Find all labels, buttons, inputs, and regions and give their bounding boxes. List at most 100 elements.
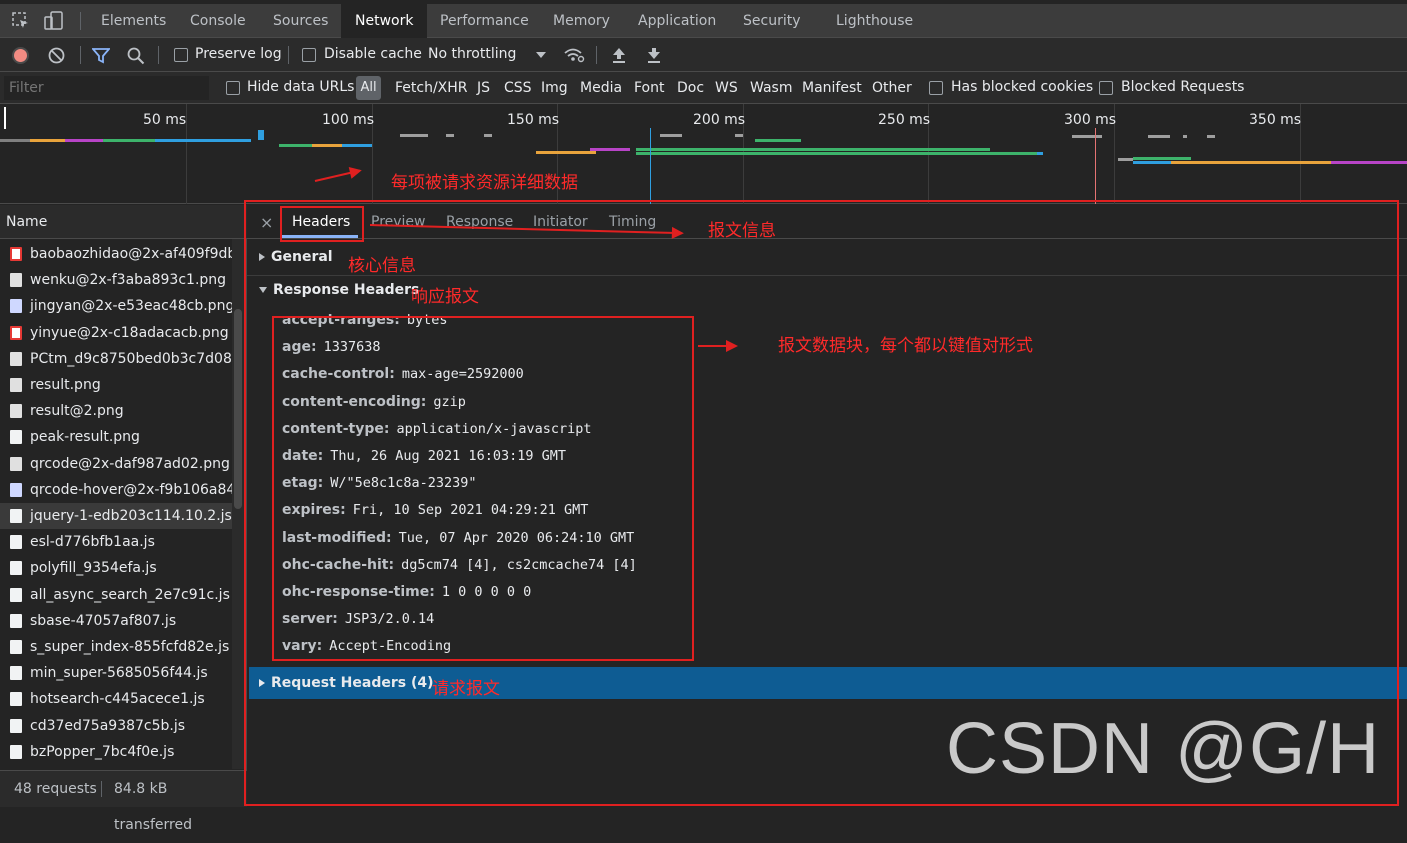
throttling-select[interactable]: No throttling bbox=[428, 46, 516, 62]
request-row[interactable]: wenku@2x-f3aba893c1.png bbox=[0, 267, 232, 293]
tab-console[interactable]: Console bbox=[190, 4, 246, 38]
type-filter-media[interactable]: Media bbox=[580, 80, 622, 96]
tab-lighthouse[interactable]: Lighthouse bbox=[836, 4, 913, 38]
request-name: qrcode-hover@2x-f9b106a84.. bbox=[30, 481, 232, 498]
annotation-arrow bbox=[698, 340, 738, 352]
waterfall-bar bbox=[103, 139, 155, 142]
request-row[interactable]: sbase-47057af807.js bbox=[0, 608, 232, 634]
chevron-down-icon[interactable] bbox=[536, 52, 546, 58]
annotation-note: 核心信息 bbox=[348, 256, 416, 276]
file-icon bbox=[10, 666, 22, 681]
type-filter-other[interactable]: Other bbox=[872, 80, 912, 96]
divider bbox=[596, 46, 597, 64]
record-button[interactable] bbox=[12, 47, 29, 64]
request-row[interactable]: hotsearch-c445acece1.js bbox=[0, 686, 232, 712]
type-filter-doc[interactable]: Doc bbox=[677, 80, 704, 96]
waterfall-bar bbox=[484, 134, 492, 137]
type-filter-css[interactable]: CSS bbox=[504, 80, 532, 96]
tab-security[interactable]: Security bbox=[743, 4, 801, 38]
request-row[interactable]: qrcode@2x-daf987ad02.png bbox=[0, 451, 232, 477]
request-row[interactable]: bzPopper_7bc4f0e.js bbox=[0, 739, 232, 765]
tab-sources[interactable]: Sources bbox=[273, 4, 328, 38]
waterfall-bar bbox=[258, 130, 264, 140]
device-toolbar-icon[interactable] bbox=[44, 11, 64, 31]
type-filter-img[interactable]: Img bbox=[541, 80, 568, 96]
inspect-element-icon[interactable] bbox=[12, 12, 30, 30]
waterfall-bar bbox=[446, 134, 454, 137]
network-overview[interactable]: 50 ms 100 ms 150 ms 200 ms 250 ms 300 ms… bbox=[0, 104, 1407, 204]
image-file-icon bbox=[10, 456, 22, 471]
filter-icon[interactable] bbox=[91, 47, 111, 64]
request-name: bzPopper_7bc4f0e.js bbox=[30, 743, 175, 760]
tab-network[interactable]: Network bbox=[341, 4, 428, 38]
request-row[interactable]: polyfill_9354efa.js bbox=[0, 555, 232, 581]
image-file-icon bbox=[10, 482, 22, 497]
request-row[interactable]: all_async_search_2e7c91c.js bbox=[0, 582, 232, 608]
waterfall-bar bbox=[1133, 157, 1191, 160]
request-name: jquery-1-edb203c114.10.2.js bbox=[30, 508, 232, 524]
hide-data-urls-label: Hide data URLs bbox=[247, 79, 355, 95]
file-icon bbox=[10, 430, 22, 445]
disable-cache-label: Disable cache bbox=[324, 46, 422, 62]
type-filter-ws[interactable]: WS bbox=[715, 80, 738, 96]
disable-cache-checkbox[interactable] bbox=[302, 48, 316, 62]
request-row[interactable]: esl-d776bfb1aa.js bbox=[0, 529, 232, 555]
tab-application[interactable]: Application bbox=[638, 4, 716, 38]
request-name: wenku@2x-f3aba893c1.png bbox=[30, 272, 227, 289]
tick-label: 350 ms bbox=[1249, 112, 1302, 128]
type-filter-fetch-xhr[interactable]: Fetch/XHR bbox=[395, 80, 468, 96]
preserve-log-checkbox[interactable] bbox=[174, 48, 188, 62]
import-har-icon[interactable] bbox=[612, 47, 626, 64]
tick-label: 250 ms bbox=[878, 112, 931, 128]
request-row[interactable]: baobaozhidao@2x-af409f9db. bbox=[0, 241, 232, 267]
request-name: baobaozhidao@2x-af409f9db. bbox=[30, 246, 232, 262]
request-row[interactable]: cd37ed75a9387c5b.js bbox=[0, 713, 232, 739]
request-row[interactable]: s_super_index-855fcfd82e.js bbox=[0, 634, 232, 660]
request-row[interactable]: min_super-5685056f44.js bbox=[0, 660, 232, 686]
request-row[interactable]: qrcode-hover@2x-f9b106a84.. bbox=[0, 477, 232, 503]
scrollbar[interactable] bbox=[232, 239, 244, 769]
annotation-note: 每项被请求资源详细数据 bbox=[391, 173, 578, 193]
type-filter-wasm[interactable]: Wasm bbox=[750, 80, 792, 96]
waterfall-bar bbox=[1183, 135, 1187, 138]
request-row[interactable]: jquery-1-edb203c114.10.2.js bbox=[0, 503, 232, 529]
request-name: esl-d776bfb1aa.js bbox=[30, 534, 155, 551]
divider bbox=[80, 46, 81, 64]
tab-elements[interactable]: Elements bbox=[101, 4, 166, 38]
file-icon bbox=[10, 640, 22, 654]
annotation-box-header-list bbox=[272, 316, 694, 661]
hide-data-urls-checkbox[interactable] bbox=[226, 81, 240, 95]
export-har-icon[interactable] bbox=[647, 47, 661, 64]
filter-bar: Hide data URLs All Fetch/XHR JS CSS Img … bbox=[0, 72, 1407, 104]
request-row[interactable]: result@2.png bbox=[0, 398, 232, 424]
type-filter-font[interactable]: Font bbox=[634, 80, 664, 96]
request-name: all_async_search_2e7c91c.js bbox=[30, 586, 230, 603]
scrollbar-thumb[interactable] bbox=[234, 309, 242, 509]
image-file-icon bbox=[10, 247, 22, 261]
name-column-header[interactable]: Name bbox=[0, 205, 247, 239]
tab-performance[interactable]: Performance bbox=[440, 4, 529, 38]
request-row[interactable]: jingyan@2x-e53eac48cb.png bbox=[0, 293, 232, 319]
image-file-icon bbox=[10, 351, 22, 366]
request-name: peak-result.png bbox=[30, 429, 140, 446]
type-filter-manifest[interactable]: Manifest bbox=[802, 80, 862, 96]
request-row[interactable]: peak-result.png bbox=[0, 424, 232, 450]
waterfall-bar bbox=[636, 152, 1042, 155]
blocked-cookies-checkbox[interactable] bbox=[929, 81, 943, 95]
clear-icon[interactable] bbox=[48, 47, 65, 64]
request-name: jingyan@2x-e53eac48cb.png bbox=[30, 298, 232, 315]
tab-memory[interactable]: Memory bbox=[553, 4, 610, 38]
filter-input[interactable] bbox=[4, 76, 209, 100]
request-row[interactable]: yinyue@2x-c18adacacb.png bbox=[0, 320, 232, 346]
image-file-icon bbox=[10, 325, 22, 340]
type-filter-js[interactable]: JS bbox=[477, 80, 490, 96]
wifi-settings-icon[interactable] bbox=[563, 46, 585, 64]
search-icon[interactable] bbox=[127, 47, 145, 65]
request-row[interactable]: result.png bbox=[0, 372, 232, 398]
request-row[interactable]: PCtm_d9c8750bed0b3c7d089f bbox=[0, 346, 232, 372]
file-icon bbox=[10, 535, 22, 550]
blocked-requests-checkbox[interactable] bbox=[1099, 81, 1113, 95]
request-count: 48 requests bbox=[14, 781, 97, 797]
type-filter-all[interactable]: All bbox=[356, 76, 381, 100]
waterfall-bar bbox=[30, 139, 65, 142]
